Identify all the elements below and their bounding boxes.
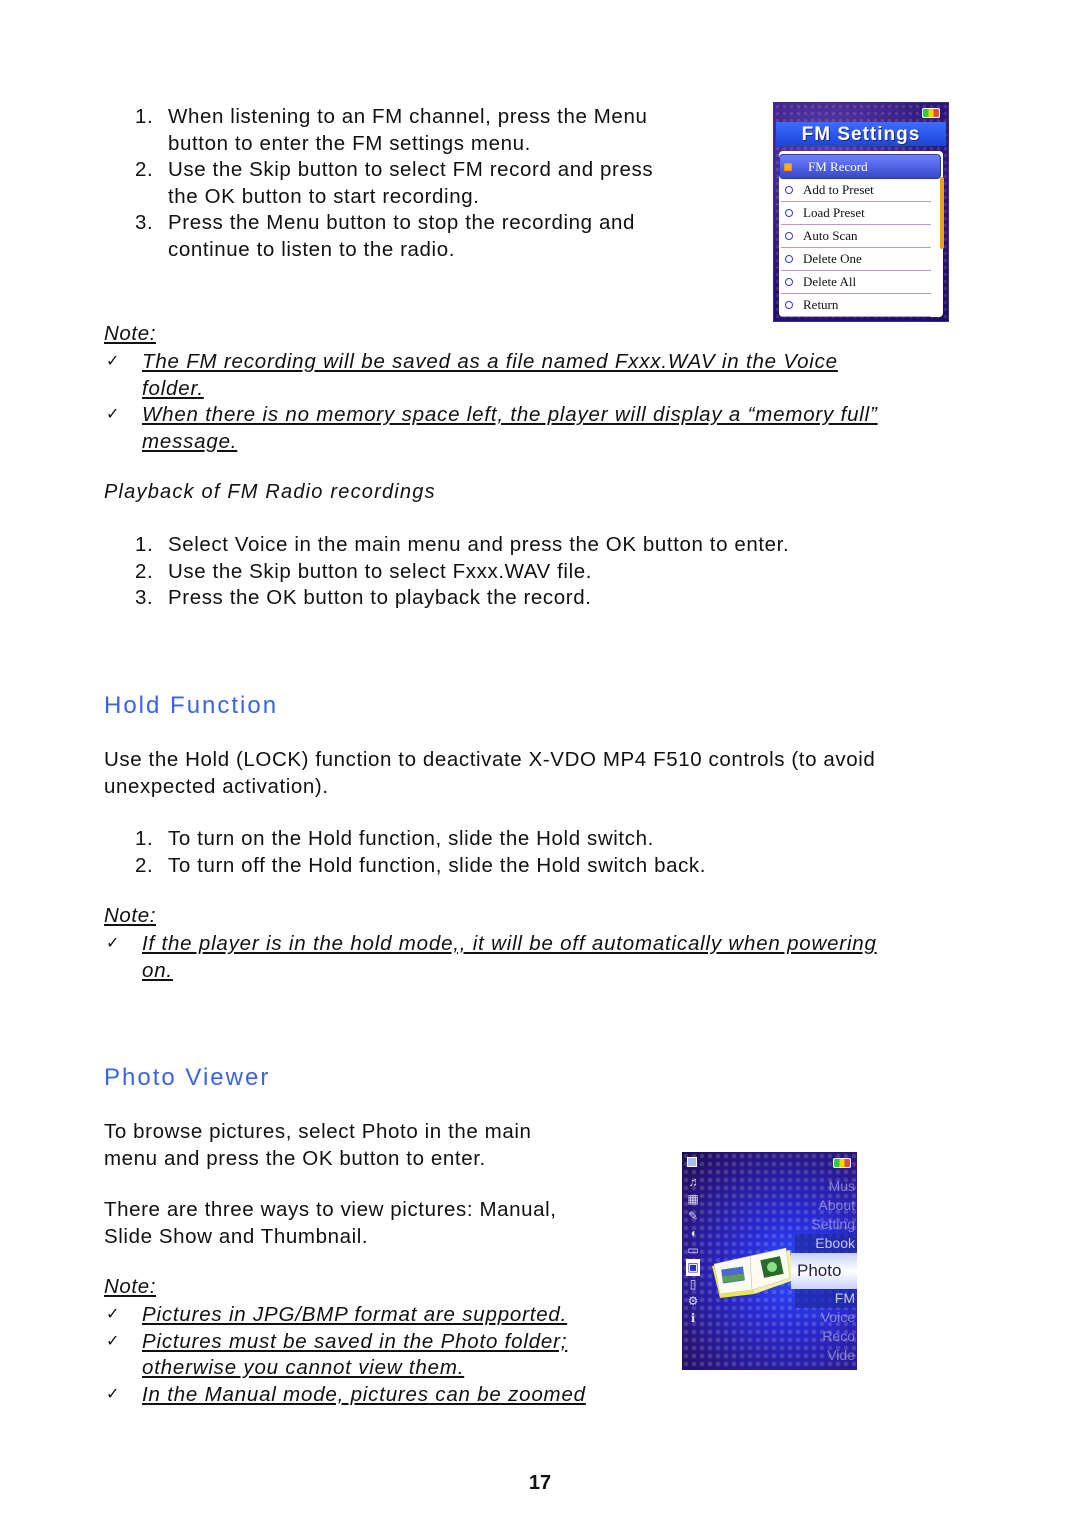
note-item: ✓ The FM recording will be saved as a fil… xyxy=(106,350,838,400)
menu-item-auto-scan: Auto Scan xyxy=(781,224,931,248)
list-item: 2. To turn off the Hold function, slide t… xyxy=(135,853,707,877)
check-icon: ✓ xyxy=(106,353,121,370)
note-list: ✓ If the player is in the hold mode,, it … xyxy=(104,931,877,984)
hold-intro: Use the Hold (LOCK) function to deactiva… xyxy=(104,748,876,798)
menu-item-return: Return xyxy=(781,293,931,317)
menu-item-load-preset: Load Preset xyxy=(781,201,931,225)
screen-title: FM Settings xyxy=(801,124,921,145)
bullet-icon xyxy=(785,232,793,240)
battery-icon xyxy=(833,1158,851,1168)
photo-para-2: There are three ways to view pictures: M… xyxy=(104,1198,557,1248)
check-icon: ✓ xyxy=(106,1306,121,1323)
menu-item-add-to-preset: Add to Preset xyxy=(781,178,931,202)
note-list: ✓ The FM recording will be saved as a fil… xyxy=(104,349,878,455)
menu-item-fm: FM xyxy=(795,1289,857,1308)
about-icon: ℹ xyxy=(690,1311,696,1325)
bullet-icon xyxy=(785,278,793,286)
page-number: 17 xyxy=(528,1472,552,1494)
note-list: ✓ Pictures in JPG/BMP format are supporte… xyxy=(104,1302,586,1408)
fm-icon: ▭ xyxy=(687,1243,699,1257)
fm-settings-screenshot: FM Settings FM Record Add to Preset Load… xyxy=(773,102,949,322)
note-item: ✓ Pictures must be saved in the Photo fol… xyxy=(106,1329,568,1380)
menu-item-setting: Setting xyxy=(811,1216,855,1232)
menu-item-delete-one: Delete One xyxy=(781,247,931,271)
main-menu-list: Mus About Setting Ebook Photo FM Voice R… xyxy=(791,1177,857,1365)
menu-panel: FM Record Add to Preset Load Preset Auto… xyxy=(779,151,943,317)
hold-function-heading: Hold Function xyxy=(104,692,279,719)
list-item: 2. Use the Skip button to select FM recor… xyxy=(135,158,654,208)
menu-item-record: Reco xyxy=(822,1328,855,1344)
check-icon: ✓ xyxy=(106,935,121,952)
playback-steps: 1. Select Voice in the main menu and pres… xyxy=(135,532,789,612)
menu-item-delete-all: Delete All xyxy=(781,270,931,294)
photo-album-icon xyxy=(712,1247,794,1298)
bullet-icon xyxy=(785,301,793,309)
list-item: 3. Press the Menu button to stop the reco… xyxy=(135,211,635,261)
hold-steps: 1. To turn on the Hold function, slide th… xyxy=(135,826,706,879)
menu-item-photo: Photo xyxy=(791,1253,857,1289)
video-icon: ▦ xyxy=(687,1192,699,1206)
note-label: Note: xyxy=(104,904,156,927)
bullet-icon xyxy=(784,163,792,171)
voice-icon: ◖ xyxy=(689,1226,697,1240)
menu-item-ebook: Ebook xyxy=(795,1234,857,1253)
list-item: 2. Use the Skip button to select Fxxx.WAV… xyxy=(135,559,593,583)
record-icon: ✎ xyxy=(687,1209,699,1223)
bullet-icon xyxy=(785,255,793,263)
list-item: 1. To turn on the Hold function, slide th… xyxy=(135,827,654,850)
photo-para-1: To browse pictures, select Photo in the … xyxy=(104,1120,532,1170)
menu-item-fm-record: FM Record xyxy=(779,154,941,179)
playback-heading: Playback of FM Radio recordings xyxy=(104,481,436,503)
note-label: Note: xyxy=(104,1275,156,1298)
side-icon-bar: ♫ ▦ ✎ ◖ ▭ ▣ ▯ ⚙ ℹ xyxy=(686,1174,700,1327)
photo-viewer-heading: Photo Viewer xyxy=(104,1064,271,1091)
list-item: 1. Select Voice in the main menu and pres… xyxy=(135,533,790,556)
list-item: 1. When listening to an FM channel, press… xyxy=(135,105,648,155)
settings-icon: ⚙ xyxy=(687,1294,699,1308)
ebook-icon: ▯ xyxy=(689,1277,697,1291)
note-item: ✓ In the Manual mode, pictures can be zoo… xyxy=(104,1382,586,1409)
menu-item-about: About xyxy=(818,1197,855,1213)
status-icon xyxy=(687,1157,697,1167)
music-icon: ♫ xyxy=(688,1175,698,1189)
note-item: ✓ When there is no memory space left, the… xyxy=(106,403,878,453)
photo-icon: ▣ xyxy=(686,1259,700,1276)
check-icon: ✓ xyxy=(106,1385,121,1403)
menu-item-music: Mus xyxy=(828,1178,855,1194)
list-item: 3. Press the OK button to playback the re… xyxy=(135,586,592,609)
scrollbar xyxy=(940,177,944,249)
note-label: Note: xyxy=(104,322,156,345)
bullet-icon xyxy=(785,209,793,217)
battery-icon xyxy=(922,108,940,118)
note-item: ✓ If the player is in the hold mode,, it … xyxy=(106,932,877,982)
photo-menu-screenshot: ♫ ▦ ✎ ◖ ▭ ▣ ▯ ⚙ ℹ Mus About Setting Eboo… xyxy=(682,1152,857,1370)
menu-item-video: Vide xyxy=(827,1347,855,1363)
check-icon: ✓ xyxy=(106,406,121,423)
bullet-icon xyxy=(785,186,793,194)
check-icon: ✓ xyxy=(106,1332,121,1350)
fm-record-steps: 1. When listening to an FM channel, press… xyxy=(135,104,653,263)
menu-item-voice: Voice xyxy=(820,1309,855,1325)
note-item: ✓ Pictures in JPG/BMP format are supporte… xyxy=(104,1302,586,1329)
